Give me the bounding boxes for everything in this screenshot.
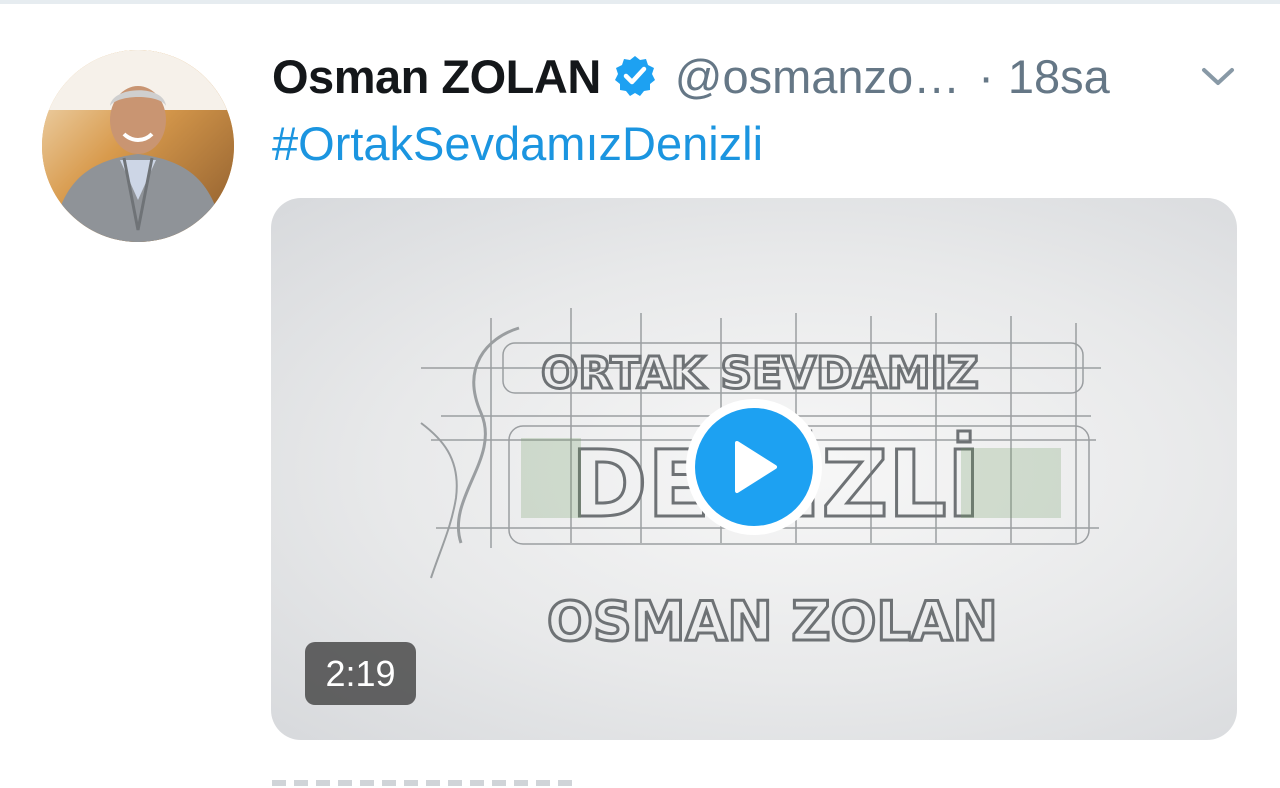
- play-icon: [695, 408, 813, 526]
- tweet-header: Osman ZOLAN @osmanzo… · 18sa: [272, 44, 1252, 108]
- verified-badge-icon: [613, 54, 657, 98]
- timestamp[interactable]: 18sa: [1008, 49, 1110, 104]
- user-handle[interactable]: @osmanzo…: [675, 49, 960, 104]
- tweet-hashtag[interactable]: #OrtakSevdamızDenizli: [272, 116, 763, 171]
- separator-dot: ·: [978, 49, 994, 103]
- top-divider: [0, 0, 1280, 4]
- video-duration-badge: 2:19: [305, 642, 416, 705]
- sketch-text-bottom: OSMAN ZOLAN: [547, 590, 998, 653]
- display-name[interactable]: Osman ZOLAN: [272, 49, 601, 104]
- play-button[interactable]: [686, 399, 822, 535]
- next-content-peek: [272, 776, 602, 788]
- chevron-down-icon[interactable]: [1196, 54, 1240, 98]
- avatar[interactable]: [42, 50, 234, 242]
- sketch-text-top: ORTAK SEVDAMIZ: [541, 348, 979, 399]
